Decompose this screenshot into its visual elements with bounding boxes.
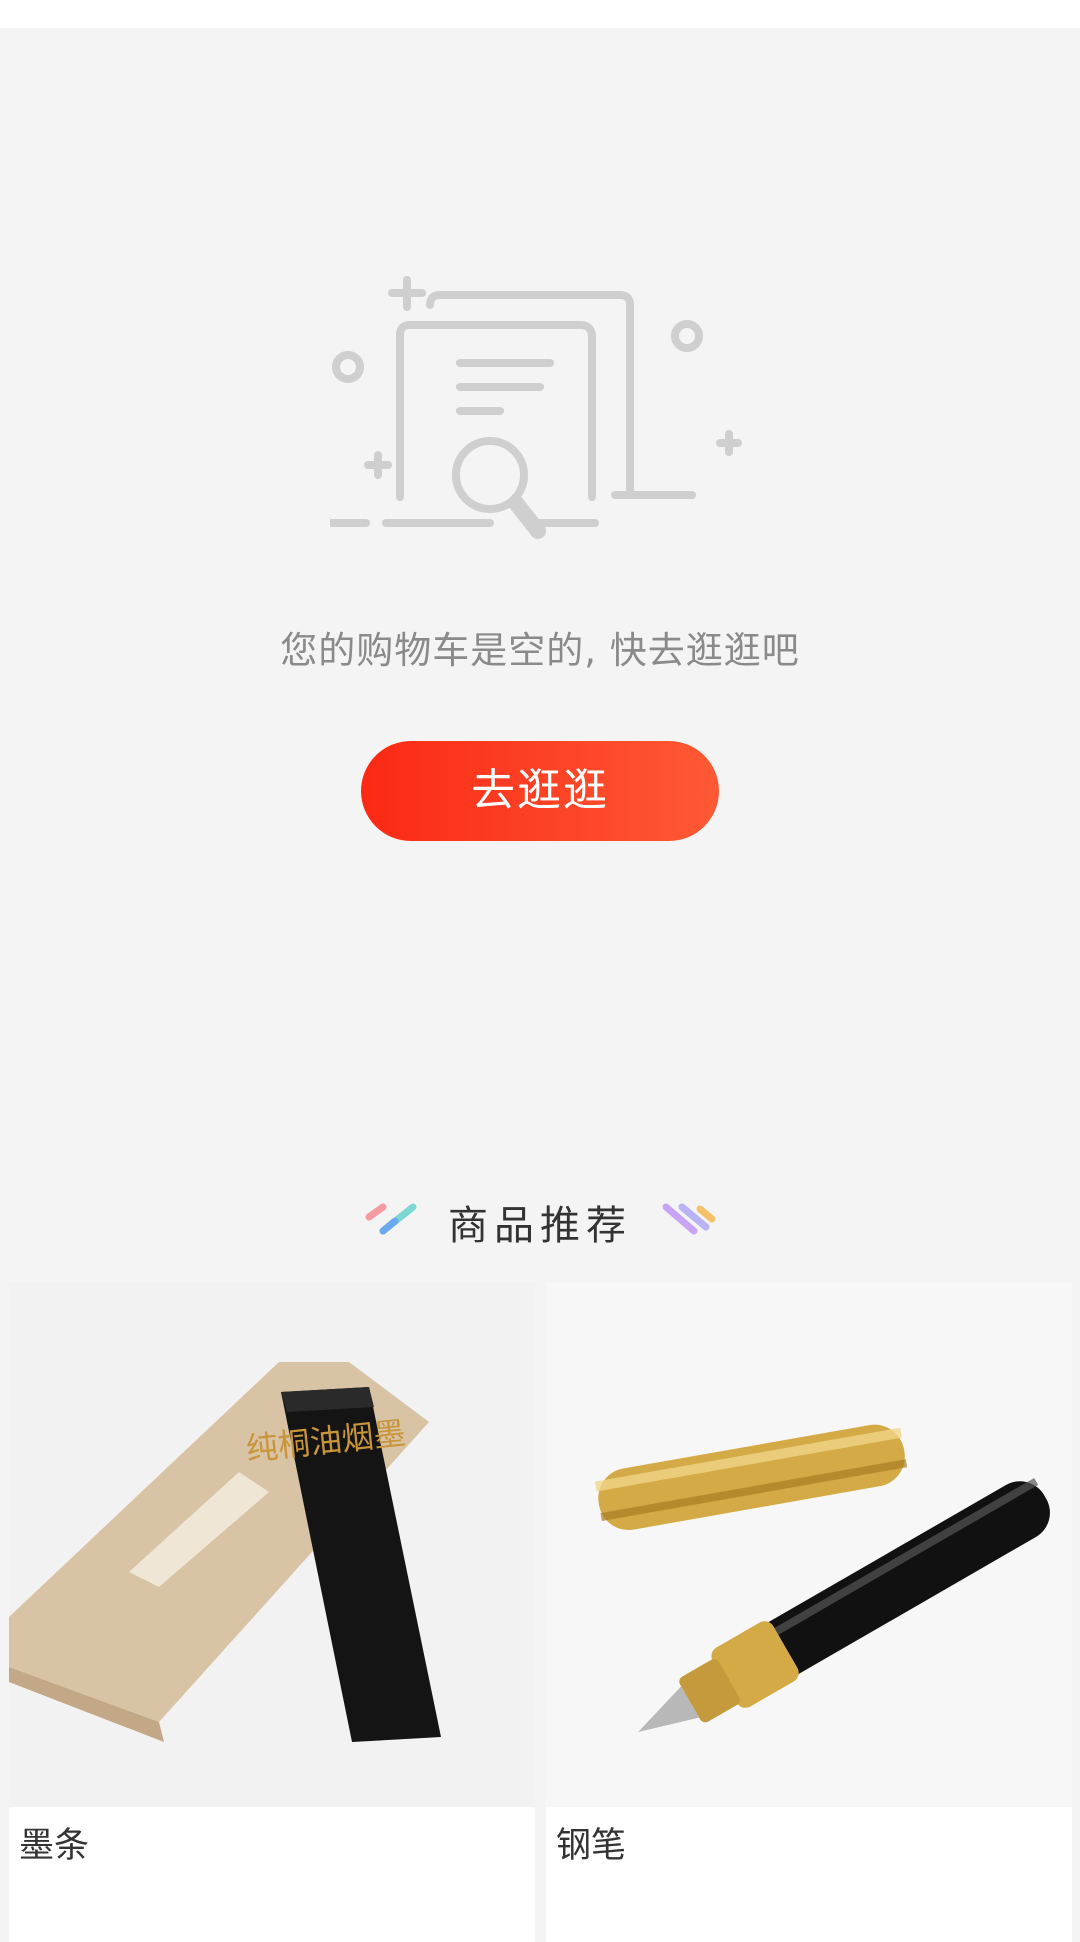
recommend-title: 商品推荐	[448, 1203, 632, 1249]
recommend-header: 商品推荐	[0, 1185, 1080, 1249]
go-shopping-button[interactable]: 去逛逛	[361, 741, 719, 841]
empty-cart-message: 您的购物车是空的, 快去逛逛吧	[280, 629, 800, 672]
ink-stick-image: 纯桐油烟墨	[9, 1282, 535, 1807]
empty-document-search-icon	[330, 276, 742, 539]
product-card[interactable]: 钢笔	[546, 1282, 1072, 1942]
decorative-slash-icon	[662, 1203, 716, 1235]
top-bar	[0, 0, 1080, 28]
product-card[interactable]: 纯桐油烟墨 墨条	[9, 1282, 535, 1942]
product-name: 墨条	[19, 1826, 90, 1866]
product-name: 钢笔	[556, 1826, 627, 1866]
fountain-pen-image	[546, 1282, 1072, 1807]
